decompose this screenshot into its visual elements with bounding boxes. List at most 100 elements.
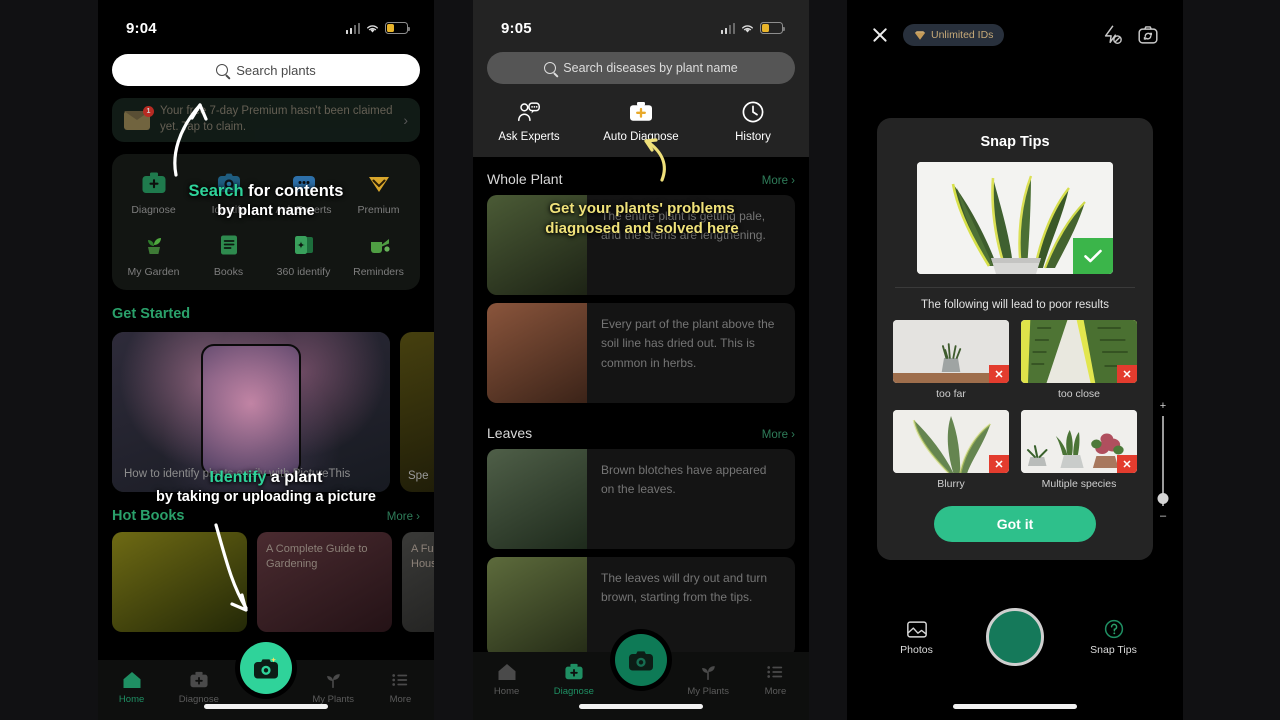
watering-can-icon xyxy=(341,230,416,260)
close-icon[interactable] xyxy=(871,26,889,44)
battery-low-icon xyxy=(760,22,785,34)
unlimited-ids-badge[interactable]: Unlimited IDs xyxy=(903,24,1005,46)
shortcut-identify[interactable]: Identify xyxy=(191,168,266,216)
home-icon xyxy=(98,669,165,691)
more-label: More xyxy=(761,429,788,441)
disease-thumbnail xyxy=(487,449,587,549)
tab-diagnose[interactable]: Diagnose xyxy=(540,661,607,697)
tab-label: Home xyxy=(493,686,520,697)
book-card[interactable]: A Full Guide to Popular Houseplants xyxy=(402,532,434,632)
zoom-slider[interactable]: + – xyxy=(1154,400,1172,522)
status-icons xyxy=(720,22,785,34)
search-icon xyxy=(544,62,557,74)
shortcut-ask-experts[interactable]: Ask Experts xyxy=(266,168,341,216)
shortcut-row-2: My Garden Books 360 identify Reminders xyxy=(116,230,416,278)
get-started-carousel: How to identify plants easily with Pictu… xyxy=(112,332,434,492)
snap-tips-button[interactable]: Snap Tips xyxy=(1044,618,1183,656)
phone-mockup-image xyxy=(201,344,301,476)
tab-more[interactable]: More xyxy=(742,661,809,697)
action-auto-diagnose[interactable]: Auto Diagnose xyxy=(585,98,697,143)
camera-fab-button[interactable] xyxy=(615,634,667,686)
tab-label: Diagnose xyxy=(553,686,594,697)
get-started-card[interactable]: How to identify plants easily with Pictu… xyxy=(112,332,390,492)
disease-sections: Whole Plant More › The entire plant is g… xyxy=(473,171,809,657)
divider xyxy=(895,287,1135,288)
zoom-track[interactable] xyxy=(1157,416,1169,506)
home-indicator xyxy=(579,704,703,709)
bad-examples-title: The following will lead to poor results xyxy=(921,299,1109,311)
shortcut-label: Premium xyxy=(357,204,400,216)
leaf-too-close-photo: ✕ xyxy=(1021,320,1137,383)
experts-chat-icon xyxy=(473,98,585,126)
diamond-icon xyxy=(341,168,416,198)
get-started-card-next[interactable]: Spe xyxy=(400,332,434,492)
disease-row[interactable]: Every part of the plant above the soil l… xyxy=(487,303,795,403)
got-it-button[interactable]: Got it xyxy=(934,506,1096,542)
tab-my-plants[interactable]: My Plants xyxy=(675,661,742,697)
tab-diagnose[interactable]: Diagnose xyxy=(165,669,232,705)
shortcut-360-identify[interactable]: 360 identify xyxy=(266,230,341,278)
action-label: History xyxy=(735,131,771,143)
photos-button[interactable]: Photos xyxy=(847,618,986,656)
close-icon: ✕ xyxy=(989,455,1009,473)
section-title: Leaves xyxy=(487,425,533,441)
tab-home[interactable]: Home xyxy=(98,669,165,705)
tab-more[interactable]: More xyxy=(367,669,434,705)
hot-books-header: Hot Books More › xyxy=(112,508,420,524)
shortcut-row-1: Diagnose Identify Ask Experts Premium xyxy=(116,168,416,216)
tab-home[interactable]: Home xyxy=(473,661,540,697)
action-history[interactable]: History xyxy=(697,98,809,143)
action-ask-experts[interactable]: Ask Experts xyxy=(473,98,585,143)
wifi-icon xyxy=(367,24,378,32)
search-input[interactable]: Search plants xyxy=(112,54,420,86)
control-label: Photos xyxy=(900,644,933,656)
section-more-link[interactable]: More › xyxy=(762,175,795,187)
shortcut-my-garden[interactable]: My Garden xyxy=(116,230,191,278)
phone-screen-diagnose: 9:05 Search diseases by plant name Ask E… xyxy=(473,0,809,720)
list-icon xyxy=(742,661,809,683)
list-icon xyxy=(367,669,434,691)
shortcut-label: Ask Experts xyxy=(275,204,332,216)
close-icon: ✕ xyxy=(989,365,1009,383)
promo-badge: 1 xyxy=(143,105,154,117)
tab-label: More xyxy=(764,686,787,697)
search-placeholder: Search plants xyxy=(236,62,316,78)
shortcut-reminders[interactable]: Reminders xyxy=(341,230,416,278)
shutter-button[interactable] xyxy=(986,608,1044,666)
hot-books-title: Hot Books xyxy=(112,508,185,524)
status-icons xyxy=(345,22,410,34)
cellular-signal-icon xyxy=(720,22,735,34)
bad-example-label: too close xyxy=(1057,388,1101,400)
zoom-thumb[interactable] xyxy=(1157,493,1169,504)
book-title: A Full Guide to Popular Houseplants xyxy=(411,543,434,570)
book-card[interactable] xyxy=(112,532,247,632)
first-aid-kit-icon xyxy=(165,669,232,691)
chevron-right-icon: › xyxy=(403,112,408,128)
chat-bubble-icon xyxy=(266,168,341,198)
disease-row[interactable]: Brown blotches have appeared on the leav… xyxy=(487,449,795,549)
disease-row[interactable]: The entire plant is getting pale, and th… xyxy=(487,195,795,295)
tab-label: My Plants xyxy=(687,686,730,697)
search-input[interactable]: Search diseases by plant name xyxy=(487,52,795,84)
camera-fab-button[interactable] xyxy=(240,642,292,694)
camera-identify-icon xyxy=(191,168,266,198)
tab-my-plants[interactable]: My Plants xyxy=(300,669,367,705)
leaf-icon xyxy=(675,661,742,683)
shortcut-books[interactable]: Books xyxy=(191,230,266,278)
diagnose-header: 9:05 Search diseases by plant name Ask E… xyxy=(473,0,809,157)
book-card[interactable]: A Complete Guide to Gardening xyxy=(257,532,392,632)
hot-books-more-link[interactable]: More › xyxy=(387,511,420,523)
photos-icon xyxy=(847,618,986,640)
good-example-image xyxy=(917,162,1113,274)
first-aid-kit-icon xyxy=(116,168,191,198)
premium-promo-banner[interactable]: 1 Your free 7-day Premium hasn't been cl… xyxy=(112,98,420,142)
shortcut-premium[interactable]: Premium xyxy=(341,168,416,216)
shortcut-diagnose[interactable]: Diagnose xyxy=(116,168,191,216)
camera-flip-icon[interactable] xyxy=(1137,24,1159,46)
book-icon xyxy=(191,230,266,260)
flash-off-icon[interactable] xyxy=(1101,24,1123,46)
status-time: 9:04 xyxy=(126,19,157,37)
shortcut-label: Books xyxy=(213,266,244,278)
disease-thumbnail xyxy=(487,303,587,403)
section-more-link[interactable]: More › xyxy=(762,429,795,441)
